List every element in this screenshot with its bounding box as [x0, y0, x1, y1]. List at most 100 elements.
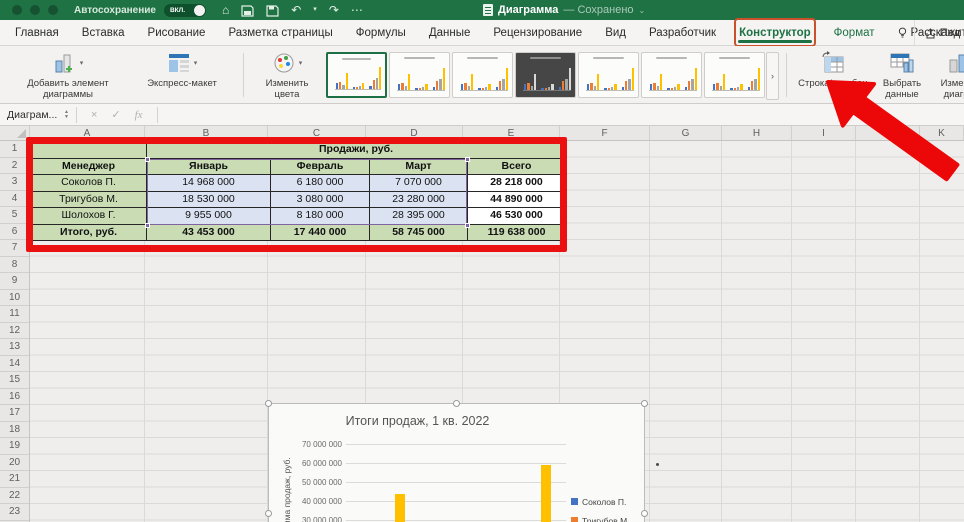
legend-item[interactable]: Соколов П. [571, 492, 630, 511]
close-window-icon[interactable] [12, 5, 22, 15]
value-cell[interactable]: 28 395 000 [370, 208, 467, 224]
total-value-cell[interactable]: 58 745 000 [370, 224, 467, 240]
selection-handle[interactable] [641, 400, 648, 407]
manager-name-cell[interactable]: Шолохов Г. [31, 208, 146, 224]
change-colors-button[interactable]: ▾ Изменить цвета [252, 50, 322, 100]
tab-8[interactable]: Разработчик [646, 20, 719, 45]
enter-icon[interactable]: ✓ [111, 108, 120, 121]
row-header-18[interactable]: 18 [0, 422, 29, 438]
total-value-cell[interactable]: 119 638 000 [468, 224, 565, 240]
manager-name-cell[interactable]: Соколов П. [31, 175, 146, 191]
name-box-spinner[interactable]: ▲ ▼ [64, 109, 69, 120]
tab-10[interactable]: Формат [831, 20, 878, 45]
row-header-12[interactable]: 12 [0, 323, 29, 339]
row-header-11[interactable]: 11 [0, 306, 29, 323]
row-header-1[interactable]: 1 [0, 141, 29, 158]
row-header-22[interactable]: 22 [0, 488, 29, 504]
value-cell[interactable]: 44 890 000 [468, 191, 565, 207]
legend-item[interactable]: Тригубов М. [571, 511, 630, 522]
row-header-10[interactable]: 10 [0, 290, 29, 306]
value-cell[interactable]: 8 180 000 [271, 208, 369, 224]
tab-5[interactable]: Данные [426, 20, 474, 45]
document-title[interactable]: Диаграмма — Сохранено ⌄ [483, 0, 645, 20]
undo-chevron-icon[interactable]: ▾ [313, 0, 317, 20]
column-header-D[interactable]: D [366, 126, 463, 140]
selection-handle[interactable] [265, 510, 272, 517]
save-as-icon[interactable] [266, 4, 279, 17]
row-header-15[interactable]: 15 [0, 372, 29, 389]
tab-3[interactable]: Разметка страницы [225, 20, 335, 45]
row-header-8[interactable]: 8 [0, 257, 29, 273]
value-cell[interactable]: 18 530 000 [147, 191, 270, 207]
row-header-21[interactable]: 21 [0, 471, 29, 488]
chart-style-3[interactable] [452, 52, 513, 98]
column-header-B[interactable]: B [145, 126, 268, 140]
add-chart-element-button[interactable]: ▾ Добавить элемент диаграммы [8, 50, 128, 100]
column-header-G[interactable]: G [650, 126, 722, 140]
share-button[interactable]: Под [913, 20, 964, 46]
tab-6[interactable]: Рецензирование [490, 20, 585, 45]
total-value-cell[interactable]: 43 453 000 [147, 224, 270, 240]
chart-title[interactable]: Итоги продаж, 1 кв. 2022 [269, 414, 566, 428]
chart-style-6[interactable] [641, 52, 702, 98]
column-header-K[interactable]: K [920, 126, 964, 140]
selection-handle[interactable] [453, 400, 460, 407]
total-label-cell[interactable]: Итого, руб. [31, 224, 146, 240]
total-value-cell[interactable]: 17 440 000 [271, 224, 369, 240]
value-cell[interactable]: 7 070 000 [370, 175, 467, 191]
row-header-16[interactable]: 16 [0, 389, 29, 405]
minimize-window-icon[interactable] [30, 5, 40, 15]
switch-row-column-button[interactable]: Строка/столбец [792, 50, 874, 89]
row-header-23[interactable]: 23 [0, 504, 29, 521]
month-header-cell[interactable]: Январь [147, 158, 270, 174]
tab-7[interactable]: Вид [602, 20, 629, 45]
column-header-C[interactable]: C [268, 126, 366, 140]
tab-0[interactable]: Главная [12, 20, 62, 45]
select-all-corner[interactable] [0, 126, 30, 140]
row-header-6[interactable]: 6 [0, 224, 29, 240]
month-header-cell[interactable]: Февраль [271, 158, 369, 174]
manager-header-cell[interactable]: Менеджер [31, 158, 146, 174]
value-cell[interactable]: 23 280 000 [370, 191, 467, 207]
value-cell[interactable]: 46 530 000 [468, 208, 565, 224]
autosave-toggle[interactable]: ВКЛ. [163, 3, 206, 17]
row-header-9[interactable]: 9 [0, 273, 29, 290]
insert-function-icon[interactable]: fx [135, 109, 143, 121]
bar-Итого, руб.-Январь[interactable] [394, 494, 405, 522]
chart-style-2[interactable] [389, 52, 450, 98]
chart-style-1[interactable] [326, 52, 387, 98]
row-header-19[interactable]: 19 [0, 438, 29, 455]
value-cell[interactable]: 14 968 000 [147, 175, 270, 191]
quick-layout-button[interactable]: ▾ Экспресс-макет [132, 50, 232, 89]
value-cell[interactable]: 6 180 000 [271, 175, 369, 191]
chart-style-7[interactable] [704, 52, 765, 98]
column-header-A[interactable]: A [30, 126, 145, 140]
select-data-button[interactable]: Выбрать данные [874, 50, 930, 100]
column-header-F[interactable]: F [560, 126, 650, 140]
tab-9[interactable]: Конструктор [736, 20, 814, 45]
undo-icon[interactable]: ↶ [291, 0, 301, 20]
row-header-2[interactable]: 2 [0, 158, 29, 174]
selection-handle[interactable] [265, 400, 272, 407]
row-header-5[interactable]: 5 [0, 207, 29, 224]
chart-style-4[interactable] [515, 52, 576, 98]
cancel-icon[interactable]: × [91, 109, 97, 121]
cell-A1[interactable] [31, 142, 146, 158]
value-cell[interactable]: 9 955 000 [147, 208, 270, 224]
save-icon[interactable] [241, 4, 254, 17]
row-header-14[interactable]: 14 [0, 356, 29, 372]
row-header-7[interactable]: 7 [0, 240, 29, 257]
tab-2[interactable]: Рисование [145, 20, 209, 45]
window-controls[interactable] [12, 5, 58, 15]
column-header-I[interactable]: I [792, 126, 856, 140]
bar-Итого, руб.-Март[interactable] [541, 465, 552, 522]
row-header-3[interactable]: 3 [0, 174, 29, 191]
column-header-H[interactable]: H [722, 126, 792, 140]
gallery-more-button[interactable]: › [766, 52, 779, 100]
redo-icon[interactable]: ↷ [329, 0, 339, 20]
column-header-E[interactable]: E [463, 126, 560, 140]
tab-1[interactable]: Вставка [79, 20, 128, 45]
month-header-cell[interactable]: Всего [468, 158, 565, 174]
change-chart-type-button[interactable]: ▾ Изменить диаграм [932, 50, 964, 100]
selection-handle[interactable] [641, 510, 648, 517]
